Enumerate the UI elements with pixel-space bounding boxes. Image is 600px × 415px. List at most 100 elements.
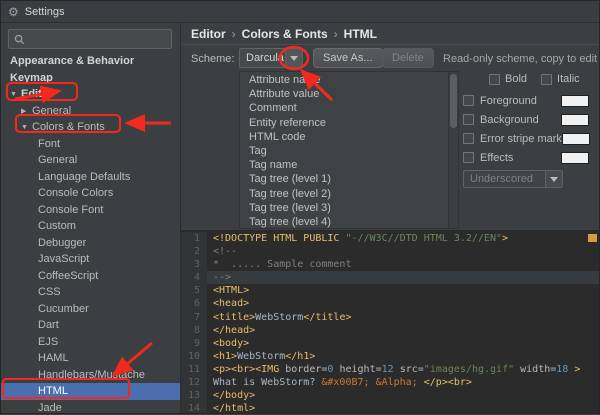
code-text: <HTML>: [207, 284, 249, 297]
code-text: <p><br><IMG border=0 height=12 src="imag…: [207, 363, 580, 376]
sidebar-item-ejs[interactable]: EJS: [1, 334, 180, 351]
element-list-scrollbar[interactable]: [448, 72, 458, 228]
code-line: 13</body>: [181, 389, 599, 402]
sidebar-item-editor[interactable]: ▼Editor: [1, 86, 180, 103]
sidebar-item-debugger[interactable]: Debugger: [1, 235, 180, 252]
save-as-button[interactable]: Save As...: [313, 48, 383, 68]
sidebar-item-general[interactable]: General: [1, 152, 180, 169]
sidebar-item-language-defaults[interactable]: Language Defaults: [1, 169, 180, 186]
sidebar-item-dart[interactable]: Dart: [1, 317, 180, 334]
element-type-tag-tree-level-4[interactable]: Tag tree (level 4): [240, 215, 447, 229]
sidebar-item-label: Custom: [38, 220, 76, 232]
line-number: 11: [181, 363, 207, 376]
element-type-list: Attribute nameAttribute valueCommentEnti…: [240, 73, 447, 227]
effect-type-select: Underscored: [463, 170, 563, 188]
breadcrumb-separator: ›: [232, 27, 236, 41]
sidebar-item-label: HTML: [38, 385, 68, 397]
scrollbar-thumb[interactable]: [450, 74, 457, 128]
code-preview: 1<!DOCTYPE HTML PUBLIC "-//W3C//DTD HTML…: [181, 230, 599, 413]
scheme-select[interactable]: Darcula: [239, 48, 303, 68]
element-type-attribute-value[interactable]: Attribute value: [240, 87, 447, 101]
sidebar-item-cucumber[interactable]: Cucumber: [1, 301, 180, 318]
sidebar-item-general[interactable]: ▶General: [1, 103, 180, 120]
bold-label: Bold: [505, 73, 527, 85]
effects-checkbox[interactable]: [463, 152, 474, 163]
settings-search-box[interactable]: [8, 29, 172, 49]
breadcrumb-item-editor: Editor: [191, 27, 226, 41]
breadcrumb-separator: ›: [334, 27, 338, 41]
line-number: 7: [181, 311, 207, 324]
element-type-tag-tree-level-3[interactable]: Tag tree (level 3): [240, 201, 447, 215]
sidebar-item-javascript[interactable]: JavaScript: [1, 251, 180, 268]
element-type-html-code[interactable]: HTML code: [240, 130, 447, 144]
sidebar-item-haml[interactable]: HAML: [1, 350, 180, 367]
sidebar-item-label: Handlebars/Mustache: [38, 369, 145, 381]
scheme-label: Scheme:: [191, 53, 234, 65]
delete-button: Delete: [382, 48, 434, 68]
readonly-scheme-note: Read-only scheme, copy to edit: [443, 53, 597, 65]
background-color-swatch[interactable]: [561, 114, 589, 126]
code-text: <title>WebStorm</title>: [207, 311, 352, 324]
sidebar-item-console-colors[interactable]: Console Colors: [1, 185, 180, 202]
sidebar-item-label: Colors & Fonts: [32, 121, 105, 133]
sidebar-item-colors-fonts[interactable]: ▼Colors & Fonts: [1, 119, 180, 136]
scheme-dropdown-arrow[interactable]: [285, 49, 302, 67]
sidebar-item-custom[interactable]: Custom: [1, 218, 180, 235]
line-number: 12: [181, 376, 207, 389]
effects-color-swatch[interactable]: [561, 152, 589, 164]
sidebar-item-handlebars-mustache[interactable]: Handlebars/Mustache: [1, 367, 180, 384]
sidebar-item-label: HAML: [38, 352, 69, 364]
sidebar-item-jade[interactable]: Jade: [1, 400, 180, 414]
style-row-effects: Effects: [463, 151, 589, 165]
code-line: 3* ..... Sample comment: [181, 258, 599, 271]
element-type-tag-tree-level-1[interactable]: Tag tree (level 1): [240, 172, 447, 186]
line-number: 8: [181, 324, 207, 337]
sidebar-item-appearance-behavior[interactable]: Appearance & Behavior: [1, 53, 180, 70]
sidebar-item-css[interactable]: CSS: [1, 284, 180, 301]
chevron-right-icon[interactable]: ▶: [21, 107, 32, 115]
code-text: What is WebStorm? &#x00B7; &Alpha; </p><…: [207, 376, 472, 389]
code-line: 8</head>: [181, 324, 599, 337]
sidebar-item-coffeescript[interactable]: CoffeeScript: [1, 268, 180, 285]
chevron-down-icon[interactable]: ▼: [21, 124, 32, 131]
italic-checkbox[interactable]: [541, 74, 552, 85]
error-stripe-mark-checkbox[interactable]: [463, 133, 474, 144]
element-type-list-panel: Attribute nameAttribute valueCommentEnti…: [239, 71, 459, 229]
chevron-down-icon[interactable]: ▼: [10, 91, 21, 98]
search-input[interactable]: [29, 33, 166, 45]
foreground-checkbox[interactable]: [463, 95, 474, 106]
sidebar-item-html[interactable]: HTML: [1, 383, 180, 400]
bold-checkbox[interactable]: [489, 74, 500, 85]
background-checkbox[interactable]: [463, 114, 474, 125]
search-icon: [14, 34, 25, 45]
element-type-tag-name[interactable]: Tag name: [240, 158, 447, 172]
element-type-comment[interactable]: Comment: [240, 101, 447, 115]
element-type-attribute-name[interactable]: Attribute name: [240, 73, 447, 87]
code-line: 9<body>: [181, 337, 599, 350]
error-stripe-mark-color-swatch[interactable]: [562, 133, 590, 145]
code-line: 6<head>: [181, 297, 599, 310]
settings-sidebar: Appearance & BehaviorKeymap▼Editor▶Gener…: [1, 23, 181, 413]
settings-window: ⚙ Settings Appearance & BehaviorKeymap▼E…: [0, 0, 600, 414]
element-type-entity-reference[interactable]: Entity reference: [240, 116, 447, 130]
breadcrumb-item-html: HTML: [344, 27, 377, 41]
line-number: 4: [181, 271, 207, 284]
scheme-value: Darcula: [246, 49, 284, 67]
code-line: 11<p><br><IMG border=0 height=12 src="im…: [181, 363, 599, 376]
foreground-color-swatch[interactable]: [561, 95, 589, 107]
error-stripe-marker: [588, 234, 597, 242]
sidebar-item-label: Appearance & Behavior: [10, 55, 134, 67]
code-line: 12What is WebStorm? &#x00B7; &Alpha; </p…: [181, 376, 599, 389]
code-text: -->: [207, 271, 231, 284]
line-number: 9: [181, 337, 207, 350]
element-type-tag[interactable]: Tag: [240, 144, 447, 158]
sidebar-item-label: Console Font: [38, 204, 103, 216]
settings-tree: Appearance & BehaviorKeymap▼Editor▶Gener…: [1, 53, 180, 413]
sidebar-item-keymap[interactable]: Keymap: [1, 70, 180, 87]
style-label: Error stripe mark: [480, 133, 562, 145]
style-attr-rows: ForegroundBackgroundError stripe markEff…: [463, 94, 589, 165]
style-label: Effects: [480, 152, 561, 164]
sidebar-item-font[interactable]: Font: [1, 136, 180, 153]
sidebar-item-console-font[interactable]: Console Font: [1, 202, 180, 219]
element-type-tag-tree-level-2[interactable]: Tag tree (level 2): [240, 187, 447, 201]
